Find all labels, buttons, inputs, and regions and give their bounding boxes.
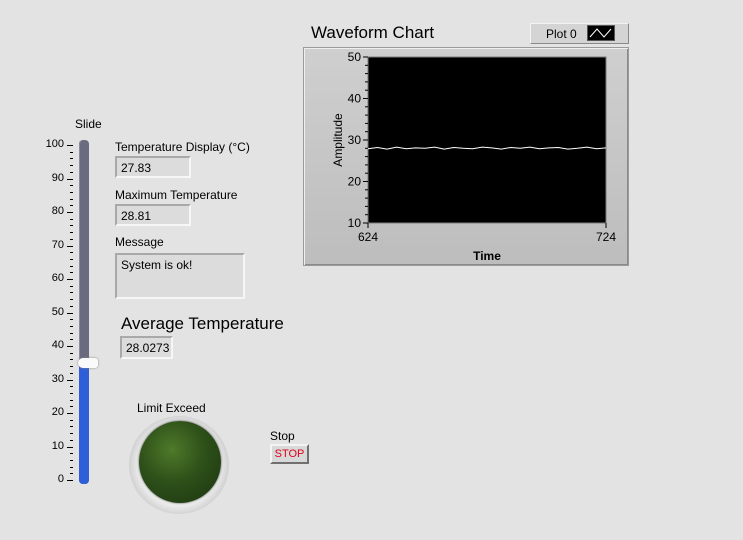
y-tick-label: 40 [348,92,362,106]
slide-major-tick [67,346,73,347]
slide-minor-tick [70,426,73,428]
slide-major-tick [67,446,73,448]
slide-minor-tick [70,305,73,307]
slide-minor-tick [70,292,73,294]
slide-minor-tick [70,198,73,200]
slide-minor-tick [70,453,73,455]
slide-minor-tick [70,252,73,254]
slide-minor-tick [70,225,73,227]
slide-major-tick [67,312,73,314]
limit-exceed-label: Limit Exceed [137,401,206,415]
slide-minor-tick [70,299,73,301]
slide-minor-tick [70,399,73,401]
slide-minor-tick [70,258,73,260]
y-tick-label: 30 [348,133,362,147]
plot-legend[interactable]: Plot 0 [530,23,629,44]
y-axis-label: Amplitude [331,113,345,167]
slide-minor-tick [70,185,73,187]
y-tick-label: 20 [348,175,362,189]
slide-tick-label: 20 [51,406,64,418]
slide-minor-tick [70,406,73,408]
slide-minor-tick [70,392,73,394]
y-tick-label: 50 [348,50,362,64]
slide-tick-label: 10 [51,439,64,452]
slide-minor-tick [70,359,73,361]
slide-tick-label: 60 [51,272,64,284]
y-tick-label: 10 [348,216,362,230]
maximum-temperature-value: 28.81 [115,204,191,226]
slide-tick-label: 30 [51,372,64,385]
chart-svg: 50 40 30 20 10624 724 Time Amplitude [331,50,616,263]
slide-minor-tick [70,319,73,321]
slide-minor-tick [70,466,73,468]
slide-minor-tick [70,325,73,327]
temperature-display-value: 27.83 [115,156,191,178]
x-tick-label: 724 [596,230,616,244]
plot-legend-name: Plot 0 [546,27,577,41]
slide-minor-tick [70,332,73,334]
slide-tick-label: 90 [51,171,64,184]
maximum-temperature-label: Maximum Temperature [115,188,238,202]
x-tick-label: 624 [358,230,378,244]
slide-minor-tick [70,272,73,274]
slide-minor-tick [70,205,73,207]
slide-minor-tick [70,419,73,421]
x-axis-label: Time [473,249,501,263]
slide-tick-label: 50 [51,305,64,318]
stop-label: Stop [270,429,295,443]
average-temperature-value: 28.0273 [120,336,173,359]
slide-major-tick [67,379,73,381]
slide-major-tick [67,212,73,213]
slide-minor-tick [70,459,73,461]
stop-button[interactable]: STOP [270,444,309,464]
slide-tick-label: 80 [51,205,64,217]
slide-major-tick [67,245,73,247]
slide-tick-label: 40 [51,339,64,351]
slide-tick-label: 0 [57,473,64,485]
plot-area [367,56,607,224]
slide-tick-label: 100 [45,138,64,150]
slide-scale: 100 90 80 70 60 50 40 30 20 10 0 [40,138,80,488]
message-value: System is ok! [115,253,245,299]
slide-fill [79,362,89,484]
slide-major-tick [67,413,73,414]
slide-tick-label: 70 [51,238,64,251]
message-label: Message [115,235,164,249]
slide-minor-tick [70,238,73,240]
slide-major-tick [67,480,73,481]
slide-major-tick [67,279,73,280]
slide-minor-tick [70,433,73,435]
slide-minor-tick [70,372,73,374]
slide-major-tick [67,145,73,146]
slide-minor-tick [70,473,73,475]
slide-minor-tick [70,339,73,341]
slide-minor-tick [70,218,73,220]
plot-line-icon [587,25,615,41]
limit-exceed-led [139,421,221,503]
slide-major-tick [67,178,73,180]
slide-minor-tick [70,191,73,193]
slide-minor-tick [70,439,73,441]
slide-minor-tick [70,158,73,160]
slide-minor-tick [70,232,73,234]
slide-minor-tick [70,352,73,354]
slide-minor-tick [70,171,73,173]
slide-track[interactable] [79,140,89,484]
slide-minor-tick [70,151,73,153]
slide-label: Slide [75,117,102,131]
slide-minor-tick [70,285,73,287]
average-temperature-label: Average Temperature [121,314,284,333]
slide-minor-tick [70,165,73,167]
temperature-display-label: Temperature Display (°C) [115,140,250,154]
slide-minor-tick [70,366,73,368]
chart-title: Waveform Chart [311,23,435,42]
slide-thumb[interactable] [78,357,98,368]
slide-minor-tick [70,265,73,267]
slide-minor-tick [70,386,73,388]
